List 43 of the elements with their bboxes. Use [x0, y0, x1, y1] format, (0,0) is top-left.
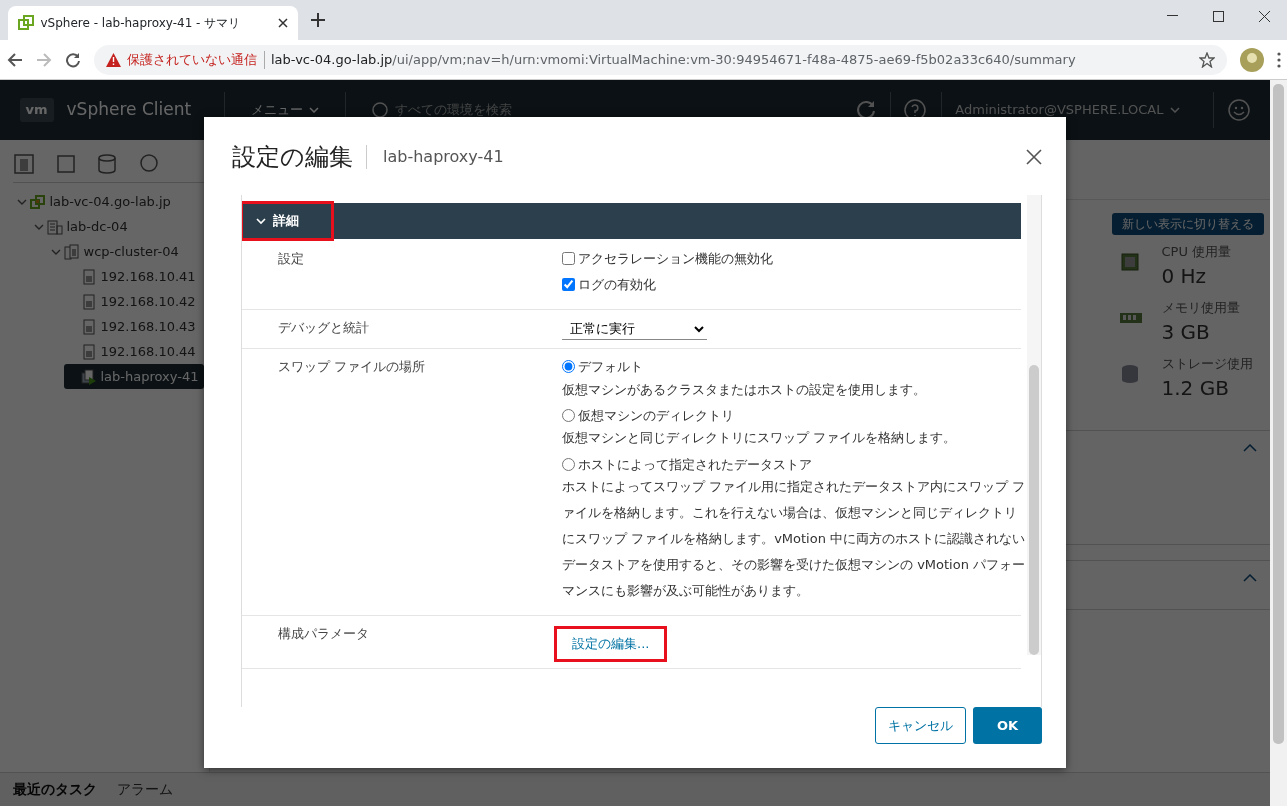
address-bar[interactable]: 保護されていない通信 lab-vc-04.go-lab.jp/ui/app/vm;nav=h/urn:vmomi:VirtualMachine:vm-30:94954671-f48a-4875-ae69-f5b02a33c640/summary [93, 44, 1227, 75]
tree-item[interactable]: lab-vc-04.go-lab.jp [13, 189, 177, 214]
section-header[interactable]: 詳細 [242, 203, 332, 239]
field-label: デバッグと統計 [277, 319, 370, 337]
option-description: ホストによってスワップ ファイル用に指定されたデータストア内にスワップ ファイルを格納します。これを行えない場合は、仮想マシンと同じディレクトリにスワップ ファイルを格納します。vMotion 中に両方のホストに認識されないデータストアを使用すると、その影響を受けた仮想マシンの vMotion パフォーマンスにも影響が及ぶ可能性があります。 [562, 478, 1027, 600]
field-label: スワップ ファイルの場所 [277, 358, 427, 376]
radio-label: デフォルト [578, 358, 644, 376]
tree-item[interactable]: 192.168.10.42 [64, 289, 202, 314]
bottom-tab[interactable]: 最近のタスク [13, 779, 97, 800]
option-description: 仮想マシンと同じディレクトリにスワップ ファイルを格納します。 [562, 429, 958, 448]
ok-button[interactable]: OK [972, 706, 1042, 744]
field-label: 設定 [277, 250, 305, 268]
cancel-button[interactable]: キャンセル [875, 706, 967, 744]
field-label: 構成パラメータ [277, 625, 370, 644]
edit-settings-link[interactable]: 設定の編集... [556, 628, 666, 660]
tree-item[interactable]: 192.168.10.43 [64, 314, 202, 339]
menu-dropdown[interactable]: メニュー [237, 100, 333, 120]
url-text: lab-vc-04.go-lab.jp/ui/app/vm;nav=h/urn:vmomi:VirtualMachine:vm-30:94954671-f48a-4875-ae69-f5b02a33c640/summary [271, 50, 1076, 69]
dialog-title: 設定の編集 [232, 142, 353, 173]
logo: vm [19, 98, 54, 122]
checkbox-label: アクセラレーション機能の無効化 [578, 250, 774, 268]
tree-item[interactable]: lab-dc-04 [30, 214, 134, 239]
user-menu[interactable]: Administrator@VSPHERE.LOCAL [955, 100, 1180, 120]
security-warning: 保護されていない通信 [127, 50, 257, 69]
tab-title: vSphere - lab-haproxy-41 - サマリ [40, 15, 242, 32]
metric-value: 0 Hz [1161, 263, 1208, 290]
tree-item[interactable]: lab-haproxy-41 [64, 364, 205, 389]
radio-label: 仮想マシンのディレクトリ [578, 406, 735, 425]
radio-label: ホストによって指定されたデータストア [578, 455, 813, 474]
option-description: 仮想マシンがあるクラスタまたはホストの設定を使用します。 [562, 380, 927, 399]
checkbox-label: ログの有効化 [578, 276, 657, 294]
dialog-subtitle: lab-haproxy-41 [366, 145, 504, 169]
metric-value: 1.2 GB [1161, 375, 1230, 402]
metric-label: メモリ使用量 [1161, 298, 1240, 317]
tree-item[interactable]: 192.168.10.41 [64, 264, 202, 289]
browser-tab[interactable]: vSphere - lab-haproxy-41 - サマリ [8, 6, 298, 40]
metric-value: 3 GB [1161, 319, 1211, 346]
product-name: vSphere Client [66, 98, 192, 122]
metric-label: CPU 使用量 [1161, 242, 1232, 261]
tree-item[interactable]: 192.168.10.44 [64, 339, 202, 364]
tree-item[interactable]: wcp-cluster-04 [47, 239, 185, 264]
switch-view-button[interactable]: 新しい表示に切り替える [1111, 213, 1264, 235]
bottom-tab[interactable]: アラーム [116, 779, 173, 800]
